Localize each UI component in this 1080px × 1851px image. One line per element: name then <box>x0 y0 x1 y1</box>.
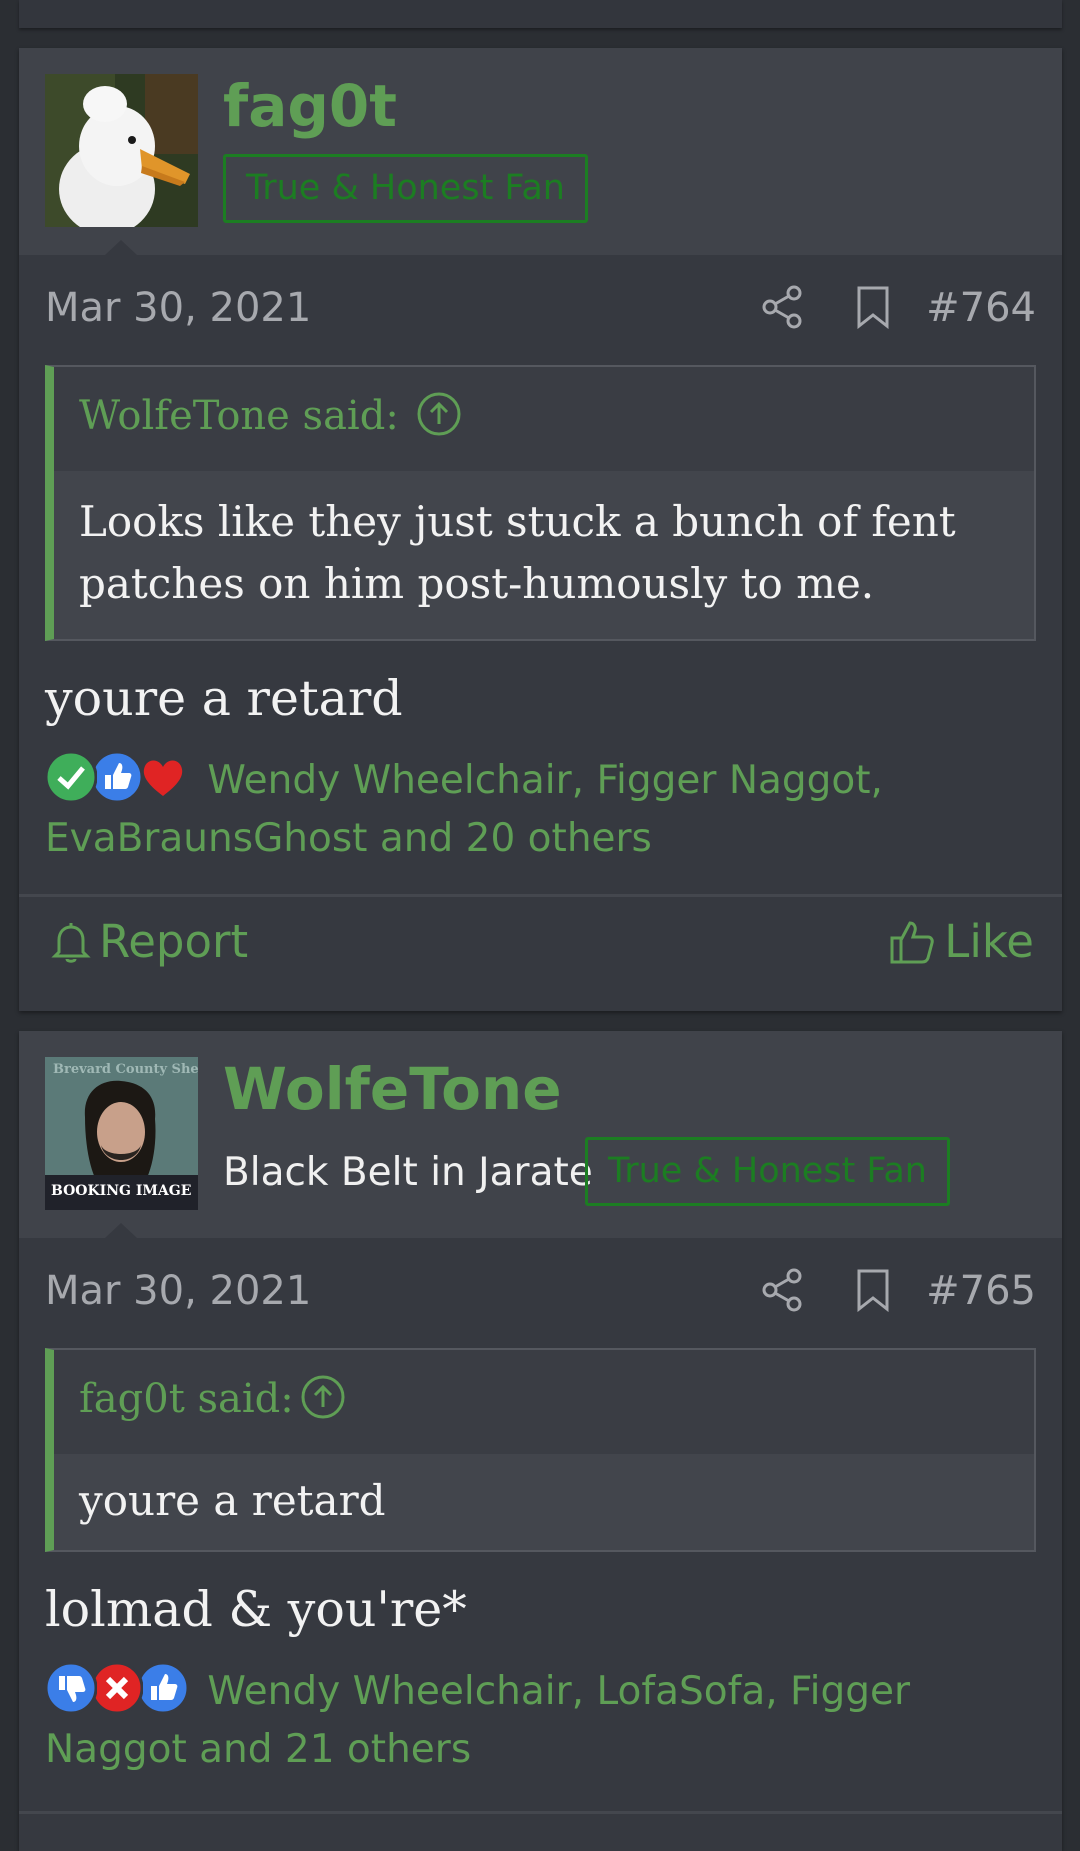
post-number[interactable]: #765 <box>926 1268 1036 1314</box>
post-actions: Report Like <box>19 894 1062 1011</box>
heart-icon <box>138 752 188 802</box>
arrow-up-circle-icon[interactable] <box>416 391 462 437</box>
quote-block: WolfeTone said: Looks like they just stu… <box>45 365 1036 641</box>
thumbs-up-icon <box>91 751 143 803</box>
thumbs-up-outline-icon <box>890 920 935 963</box>
quote-text: Looks like they just stuck a bunch of fe… <box>54 471 1034 639</box>
reactions-summary[interactable]: Wendy Wheelchair, Figger Naggot, EvaBrau… <box>45 751 1036 868</box>
post-764: fag0t True & Honest Fan Mar 30, 2021 #76… <box>19 48 1062 1011</box>
thumbs-up-icon <box>137 1662 189 1714</box>
report-label: Report <box>99 915 249 968</box>
reactions-summary[interactable]: Wendy Wheelchair, LofaSofa, Figger Naggo… <box>45 1662 1036 1779</box>
username[interactable]: fag0t <box>223 72 397 140</box>
avatar[interactable]: Brevard County Sheriff's Office BOOKING … <box>45 1057 198 1210</box>
quote-author[interactable]: WolfeTone said: <box>79 393 399 439</box>
post-date[interactable]: Mar 30, 2021 <box>45 1268 311 1314</box>
post-meta: Mar 30, 2021 #764 <box>19 255 1062 365</box>
quote-header[interactable]: fag0t said: <box>54 1350 1034 1454</box>
post-number[interactable]: #764 <box>926 285 1036 331</box>
post-meta: Mar 30, 2021 #765 <box>19 1238 1062 1348</box>
user-badge: True & Honest Fan <box>223 154 588 223</box>
thumbs-down-icon <box>45 1662 97 1714</box>
like-label: Like <box>944 915 1034 968</box>
reaction-icons <box>45 751 195 803</box>
user-badge: True & Honest Fan <box>585 1137 950 1206</box>
quote-block: fag0t said: youre a retard <box>45 1348 1036 1552</box>
quote-text: youre a retard <box>54 1454 1034 1550</box>
bell-icon <box>51 922 91 963</box>
post-765: Brevard County Sheriff's Office BOOKING … <box>19 1031 1062 1851</box>
quote-header[interactable]: WolfeTone said: <box>54 367 1034 471</box>
share-icon[interactable] <box>761 1268 803 1312</box>
avatar-pointer <box>105 1223 137 1238</box>
reaction-icons <box>45 1662 195 1714</box>
post-header: Brevard County Sheriff's Office BOOKING … <box>19 1031 1062 1238</box>
post-body: youre a retard <box>45 670 403 727</box>
avatar-header-text: Brevard County Sheriff's Office <box>53 1062 198 1077</box>
post-date[interactable]: Mar 30, 2021 <box>45 285 311 331</box>
post-body: lolmad & you're* <box>45 1581 467 1638</box>
user-title: Black Belt in Jarate <box>223 1150 593 1195</box>
username[interactable]: WolfeTone <box>223 1055 562 1123</box>
like-button[interactable]: Like <box>888 915 1034 968</box>
avatar-pointer <box>105 240 137 255</box>
post-header: fag0t True & Honest Fan <box>19 48 1062 255</box>
x-icon <box>91 1662 143 1714</box>
arrow-up-circle-icon[interactable] <box>300 1374 346 1420</box>
bookmark-icon[interactable] <box>855 1268 891 1312</box>
share-icon[interactable] <box>761 285 803 329</box>
quote-author[interactable]: fag0t said: <box>79 1376 294 1422</box>
bookmark-icon[interactable] <box>855 285 891 329</box>
avatar-caption: BOOKING IMAGE <box>51 1183 191 1199</box>
check-icon <box>45 751 97 803</box>
post-actions-divider <box>19 1811 1062 1814</box>
previous-post-card <box>19 0 1062 28</box>
avatar[interactable] <box>45 74 198 227</box>
report-button[interactable]: Report <box>51 915 248 968</box>
